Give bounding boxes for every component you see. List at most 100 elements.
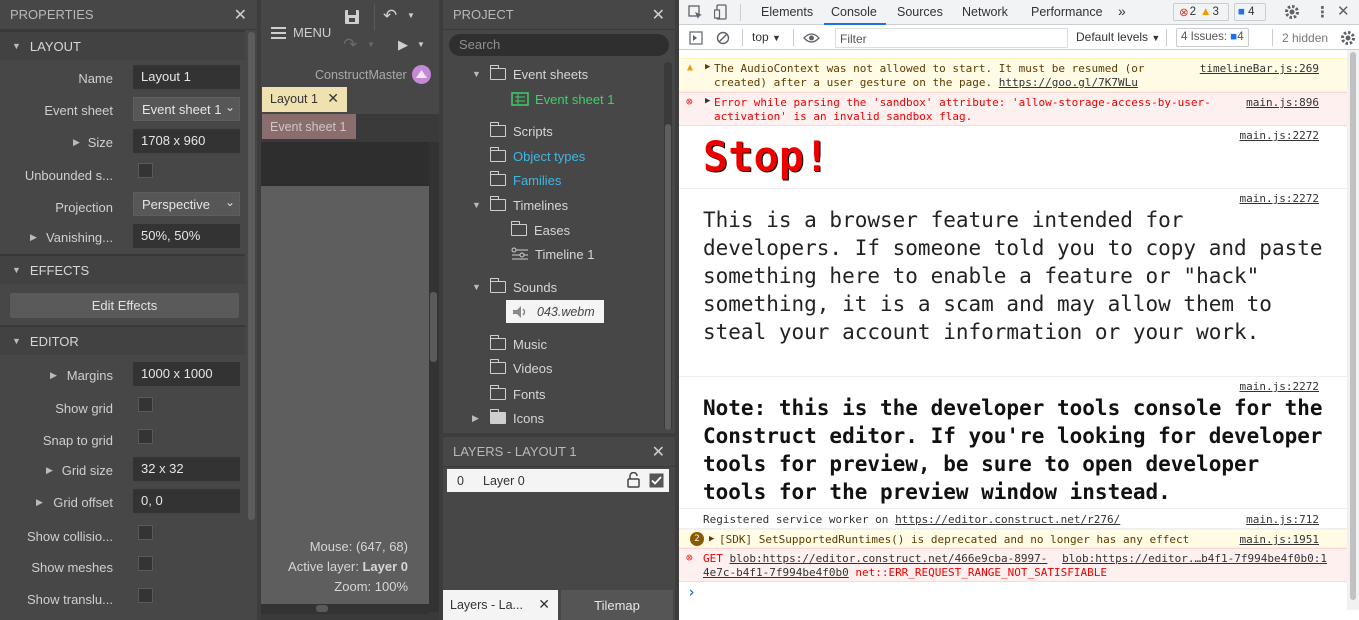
gridoffset-field[interactable]: 0, 0 — [133, 489, 240, 513]
snap-checkbox[interactable] — [138, 429, 153, 444]
close-icon[interactable]: ✕ — [652, 5, 665, 25]
kebab-menu-icon[interactable]: ⋮ — [1315, 3, 1330, 21]
expand-icon[interactable]: ▶ — [705, 96, 710, 106]
expand-icon[interactable]: ▶ — [709, 534, 714, 544]
search-input[interactable]: Search — [449, 34, 669, 56]
tree-families[interactable]: Families — [489, 169, 561, 191]
tree-sound-file[interactable]: 043.webm — [506, 300, 604, 323]
expand-icon[interactable]: ▶ — [46, 465, 53, 476]
expand-icon[interactable]: ▶ — [472, 413, 490, 424]
console-scroll-thumb[interactable] — [1350, 52, 1356, 600]
tree-music[interactable]: Music — [489, 333, 547, 355]
play-icon[interactable]: ▶ — [398, 37, 408, 53]
levels-select[interactable]: Default levels ▼ — [1076, 30, 1160, 44]
tab-tilemap[interactable]: Tilemap — [561, 590, 673, 620]
console-prompt[interactable]: › — [679, 582, 1359, 604]
more-tabs-button[interactable]: » — [1118, 0, 1126, 25]
get-link-cont[interactable]: 4e7c-b4f1-7f994be4f0b0 — [703, 566, 849, 579]
undo-icon[interactable]: ↶ — [383, 6, 397, 26]
expand-icon[interactable]: ▶ — [50, 370, 57, 381]
avatar[interactable] — [412, 65, 431, 84]
expand-icon[interactable]: ▶ — [705, 62, 710, 72]
section-layout[interactable]: ▼ LAYOUT — [0, 30, 245, 60]
tree-scripts[interactable]: Scripts — [489, 120, 553, 142]
eye-icon[interactable] — [803, 32, 820, 44]
device-toggle-icon[interactable] — [714, 4, 728, 20]
gear-icon[interactable] — [1284, 4, 1300, 20]
error-warning-counter[interactable]: ⊗ 2 ▲ 3 — [1173, 3, 1229, 21]
tree-timelines[interactable]: ▼ Timelines — [472, 194, 568, 216]
close-icon[interactable]: ✕ — [652, 442, 665, 462]
name-field[interactable]: Layout 1 — [133, 65, 240, 89]
margins-field[interactable]: 1000 x 1000 — [133, 362, 240, 386]
tab-elements[interactable]: Elements — [761, 0, 813, 25]
unbounded-checkbox[interactable] — [138, 163, 153, 178]
menu-button[interactable]: MENU — [271, 25, 331, 40]
source-link[interactable]: main.js:2272 — [1240, 380, 1319, 393]
showgrid-checkbox[interactable] — [138, 397, 153, 412]
tab-layers[interactable]: Layers - La... ✕ — [443, 590, 558, 620]
tab-console[interactable]: Console — [824, 0, 886, 25]
close-icon[interactable]: ✕ — [538, 596, 550, 613]
canvas-hscroll-thumb[interactable] — [316, 605, 328, 612]
expand-icon[interactable]: ▶ — [36, 497, 43, 508]
sidebar-toggle-icon[interactable] — [689, 31, 703, 45]
source-link[interactable]: main.js:2272 — [1240, 192, 1319, 205]
username[interactable]: ConstructMaster — [315, 68, 407, 82]
context-select[interactable]: top ▼ — [752, 30, 781, 44]
section-effects[interactable]: ▼ EFFECTS — [0, 254, 245, 284]
tree-fonts[interactable]: Fonts — [489, 383, 546, 405]
get-link[interactable]: blob:https://editor.construct.net/466e9c… — [730, 552, 1048, 565]
close-icon[interactable]: ✕ — [1337, 2, 1350, 20]
tree-videos[interactable]: Videos — [489, 357, 553, 379]
tree-object-types[interactable]: Object types — [489, 145, 585, 167]
info-counter[interactable]: ■ 4 — [1234, 3, 1266, 21]
chevron-down-icon[interactable]: ▼ — [417, 40, 425, 49]
projection-select[interactable]: Perspective ⌄ — [133, 192, 240, 216]
chevron-down-icon[interactable]: ▼ — [407, 11, 415, 20]
eventsheet-select[interactable]: Event sheet 1 ⌄ — [133, 97, 240, 121]
tree-eases[interactable]: Eases — [510, 219, 570, 241]
issues-button[interactable]: 4 Issues: ■4 — [1176, 28, 1249, 47]
save-icon[interactable] — [344, 9, 360, 25]
canvas-vscroll-thumb[interactable] — [430, 292, 437, 362]
tab-sources[interactable]: Sources — [897, 0, 943, 25]
visible-checkbox-icon[interactable] — [649, 473, 664, 488]
sw-link[interactable]: https://editor.construct.net/r276/ — [895, 513, 1120, 526]
tree-icons[interactable]: ▶ Icons — [472, 407, 544, 429]
warning-link[interactable]: https://goo.gl/7K7WLu — [999, 76, 1138, 89]
source-link[interactable]: main.js:2272 — [1240, 129, 1319, 142]
collapse-icon[interactable]: ▼ — [472, 69, 490, 79]
source-link[interactable]: main.js:1951 — [1240, 533, 1319, 546]
tab-event-sheet-1[interactable]: Event sheet 1 — [262, 114, 356, 139]
layer-row[interactable]: 0 Layer 0 — [447, 469, 669, 492]
clear-console-icon[interactable] — [716, 31, 730, 45]
properties-scrollbar[interactable] — [248, 32, 255, 520]
tree-event-sheet-1[interactable]: Event sheet 1 — [511, 88, 615, 110]
inspect-icon[interactable] — [688, 5, 703, 20]
source-link[interactable]: timelineBar.js:269 — [1200, 62, 1319, 75]
edit-effects-button[interactable]: Edit Effects — [10, 293, 239, 318]
collision-checkbox[interactable] — [138, 525, 153, 540]
tree-sounds[interactable]: ▼ Sounds — [472, 276, 557, 298]
unlock-icon[interactable] — [627, 472, 640, 488]
close-icon[interactable]: ✕ — [327, 90, 339, 107]
size-field[interactable]: 1708 x 960 — [133, 129, 240, 153]
tab-network[interactable]: Network — [962, 0, 1008, 25]
collapse-icon[interactable]: ▼ — [472, 200, 490, 210]
tab-performance[interactable]: Performance — [1031, 0, 1103, 25]
filter-input[interactable]: Filter — [835, 28, 1068, 48]
tab-layout-1[interactable]: Layout 1 ✕ — [262, 87, 347, 112]
tree-timeline-1[interactable]: Timeline 1 — [511, 243, 594, 265]
expand-icon[interactable]: ▶ — [73, 137, 80, 148]
translu-checkbox[interactable] — [138, 588, 153, 603]
gear-icon[interactable] — [1340, 30, 1356, 46]
section-editor[interactable]: ▼ EDITOR — [0, 325, 245, 355]
close-icon[interactable]: ✕ — [234, 5, 247, 25]
project-scroll-thumb[interactable] — [665, 124, 671, 430]
meshes-checkbox[interactable] — [138, 556, 153, 571]
source-link[interactable]: main.js:896 — [1246, 96, 1319, 109]
tree-event-sheets[interactable]: ▼ Event sheets — [472, 63, 588, 85]
gridsize-field[interactable]: 32 x 32 — [133, 457, 240, 481]
collapse-icon[interactable]: ▼ — [472, 282, 490, 292]
